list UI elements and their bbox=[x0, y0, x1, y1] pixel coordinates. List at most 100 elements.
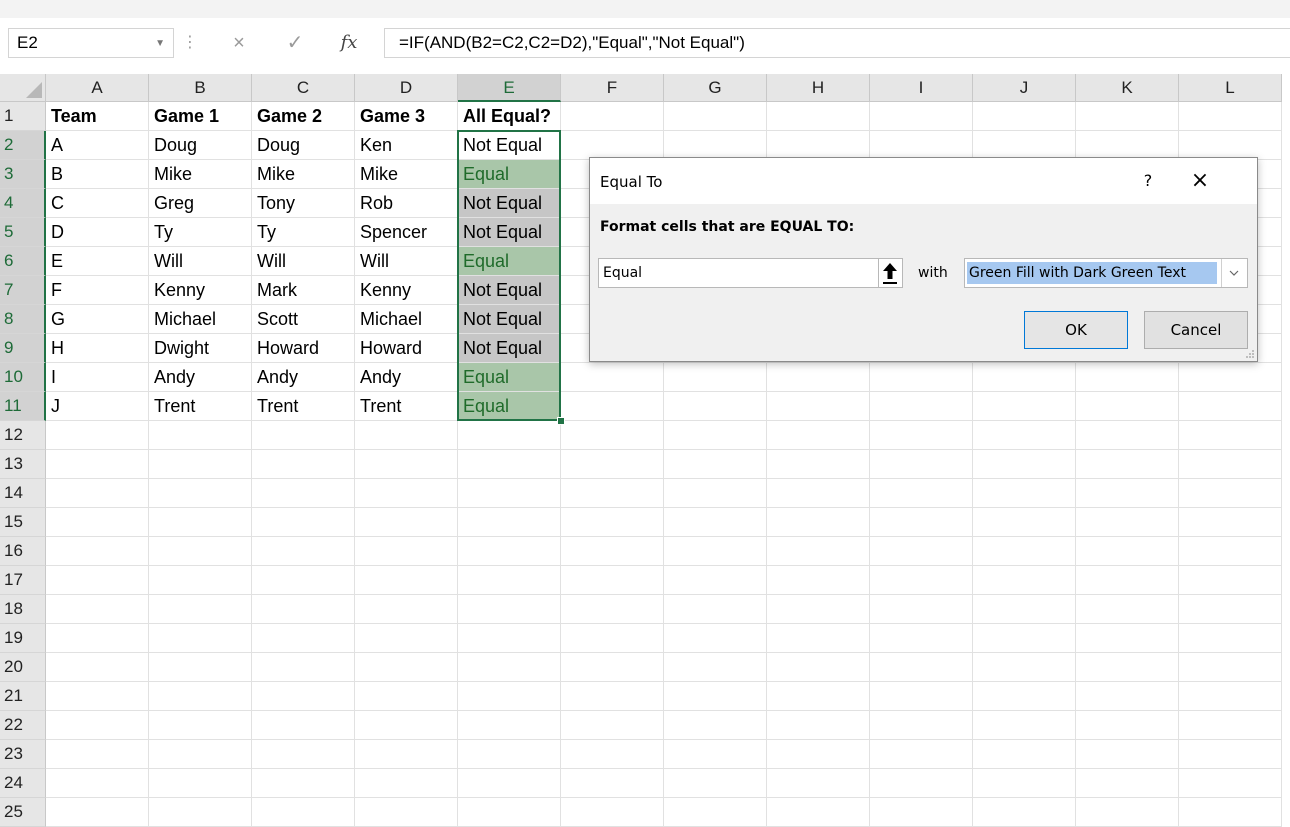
cell-e10[interactable]: Equal bbox=[458, 363, 561, 392]
cell-g16[interactable] bbox=[664, 537, 767, 566]
cell-l23[interactable] bbox=[1179, 740, 1282, 769]
cell-h14[interactable] bbox=[767, 479, 870, 508]
cell-e24[interactable] bbox=[458, 769, 561, 798]
cell-i11[interactable] bbox=[870, 392, 973, 421]
row-header-14[interactable]: 14 bbox=[0, 479, 46, 508]
cell-f18[interactable] bbox=[561, 595, 664, 624]
cell-d11[interactable]: Trent bbox=[355, 392, 458, 421]
cell-a15[interactable] bbox=[46, 508, 149, 537]
cell-l22[interactable] bbox=[1179, 711, 1282, 740]
cell-i12[interactable] bbox=[870, 421, 973, 450]
cell-i17[interactable] bbox=[870, 566, 973, 595]
cell-b9[interactable]: Dwight bbox=[149, 334, 252, 363]
cell-e3[interactable]: Equal bbox=[458, 160, 561, 189]
cell-e7[interactable]: Not Equal bbox=[458, 276, 561, 305]
cell-k18[interactable] bbox=[1076, 595, 1179, 624]
cell-l20[interactable] bbox=[1179, 653, 1282, 682]
cell-b6[interactable]: Will bbox=[149, 247, 252, 276]
cell-a24[interactable] bbox=[46, 769, 149, 798]
cell-c13[interactable] bbox=[252, 450, 355, 479]
cell-e17[interactable] bbox=[458, 566, 561, 595]
row-header-23[interactable]: 23 bbox=[0, 740, 46, 769]
cell-a18[interactable] bbox=[46, 595, 149, 624]
row-header-18[interactable]: 18 bbox=[0, 595, 46, 624]
cell-e13[interactable] bbox=[458, 450, 561, 479]
cell-c19[interactable] bbox=[252, 624, 355, 653]
cell-a20[interactable] bbox=[46, 653, 149, 682]
name-box-dropdown-icon[interactable]: ▼ bbox=[155, 38, 165, 49]
name-box[interactable]: E2 ▼ bbox=[8, 28, 174, 58]
cell-d18[interactable] bbox=[355, 595, 458, 624]
cell-c4[interactable]: Tony bbox=[252, 189, 355, 218]
enter-icon[interactable]: ✓ bbox=[280, 28, 310, 58]
cell-d19[interactable] bbox=[355, 624, 458, 653]
cell-i13[interactable] bbox=[870, 450, 973, 479]
cell-a2[interactable]: A bbox=[46, 131, 149, 160]
cell-l12[interactable] bbox=[1179, 421, 1282, 450]
cell-i18[interactable] bbox=[870, 595, 973, 624]
cell-e15[interactable] bbox=[458, 508, 561, 537]
cell-j19[interactable] bbox=[973, 624, 1076, 653]
cell-e14[interactable] bbox=[458, 479, 561, 508]
cell-b14[interactable] bbox=[149, 479, 252, 508]
cell-i24[interactable] bbox=[870, 769, 973, 798]
cell-i21[interactable] bbox=[870, 682, 973, 711]
cell-e25[interactable] bbox=[458, 798, 561, 827]
cell-j25[interactable] bbox=[973, 798, 1076, 827]
cell-l15[interactable] bbox=[1179, 508, 1282, 537]
cell-f25[interactable] bbox=[561, 798, 664, 827]
cell-d8[interactable]: Michael bbox=[355, 305, 458, 334]
cell-j17[interactable] bbox=[973, 566, 1076, 595]
cell-a10[interactable]: I bbox=[46, 363, 149, 392]
cell-d20[interactable] bbox=[355, 653, 458, 682]
cell-f22[interactable] bbox=[561, 711, 664, 740]
cell-g24[interactable] bbox=[664, 769, 767, 798]
cell-c23[interactable] bbox=[252, 740, 355, 769]
cell-f12[interactable] bbox=[561, 421, 664, 450]
cell-h19[interactable] bbox=[767, 624, 870, 653]
cell-j18[interactable] bbox=[973, 595, 1076, 624]
cell-i10[interactable] bbox=[870, 363, 973, 392]
cell-j24[interactable] bbox=[973, 769, 1076, 798]
cell-k17[interactable] bbox=[1076, 566, 1179, 595]
cell-a3[interactable]: B bbox=[46, 160, 149, 189]
cell-l14[interactable] bbox=[1179, 479, 1282, 508]
cell-f16[interactable] bbox=[561, 537, 664, 566]
cell-e6[interactable]: Equal bbox=[458, 247, 561, 276]
cell-g14[interactable] bbox=[664, 479, 767, 508]
cell-b5[interactable]: Ty bbox=[149, 218, 252, 247]
cell-d22[interactable] bbox=[355, 711, 458, 740]
cell-h20[interactable] bbox=[767, 653, 870, 682]
cell-l16[interactable] bbox=[1179, 537, 1282, 566]
cell-e19[interactable] bbox=[458, 624, 561, 653]
cell-f15[interactable] bbox=[561, 508, 664, 537]
cell-c8[interactable]: Scott bbox=[252, 305, 355, 334]
cell-j11[interactable] bbox=[973, 392, 1076, 421]
cell-k1[interactable] bbox=[1076, 102, 1179, 131]
cell-d23[interactable] bbox=[355, 740, 458, 769]
cell-d13[interactable] bbox=[355, 450, 458, 479]
cell-a21[interactable] bbox=[46, 682, 149, 711]
cell-e1[interactable]: All Equal? bbox=[458, 102, 561, 131]
cell-i22[interactable] bbox=[870, 711, 973, 740]
cell-b18[interactable] bbox=[149, 595, 252, 624]
cell-d15[interactable] bbox=[355, 508, 458, 537]
cell-g17[interactable] bbox=[664, 566, 767, 595]
cell-c12[interactable] bbox=[252, 421, 355, 450]
row-header-3[interactable]: 3 bbox=[0, 160, 46, 189]
cell-b23[interactable] bbox=[149, 740, 252, 769]
cancel-button[interactable]: Cancel bbox=[1144, 311, 1248, 349]
row-header-21[interactable]: 21 bbox=[0, 682, 46, 711]
cell-i25[interactable] bbox=[870, 798, 973, 827]
cell-d12[interactable] bbox=[355, 421, 458, 450]
row-header-25[interactable]: 25 bbox=[0, 798, 46, 827]
cell-l18[interactable] bbox=[1179, 595, 1282, 624]
cell-b10[interactable]: Andy bbox=[149, 363, 252, 392]
cell-a16[interactable] bbox=[46, 537, 149, 566]
cell-k19[interactable] bbox=[1076, 624, 1179, 653]
row-header-11[interactable]: 11 bbox=[0, 392, 46, 421]
row-header-5[interactable]: 5 bbox=[0, 218, 46, 247]
cell-f1[interactable] bbox=[561, 102, 664, 131]
row-header-2[interactable]: 2 bbox=[0, 131, 46, 160]
cell-l17[interactable] bbox=[1179, 566, 1282, 595]
